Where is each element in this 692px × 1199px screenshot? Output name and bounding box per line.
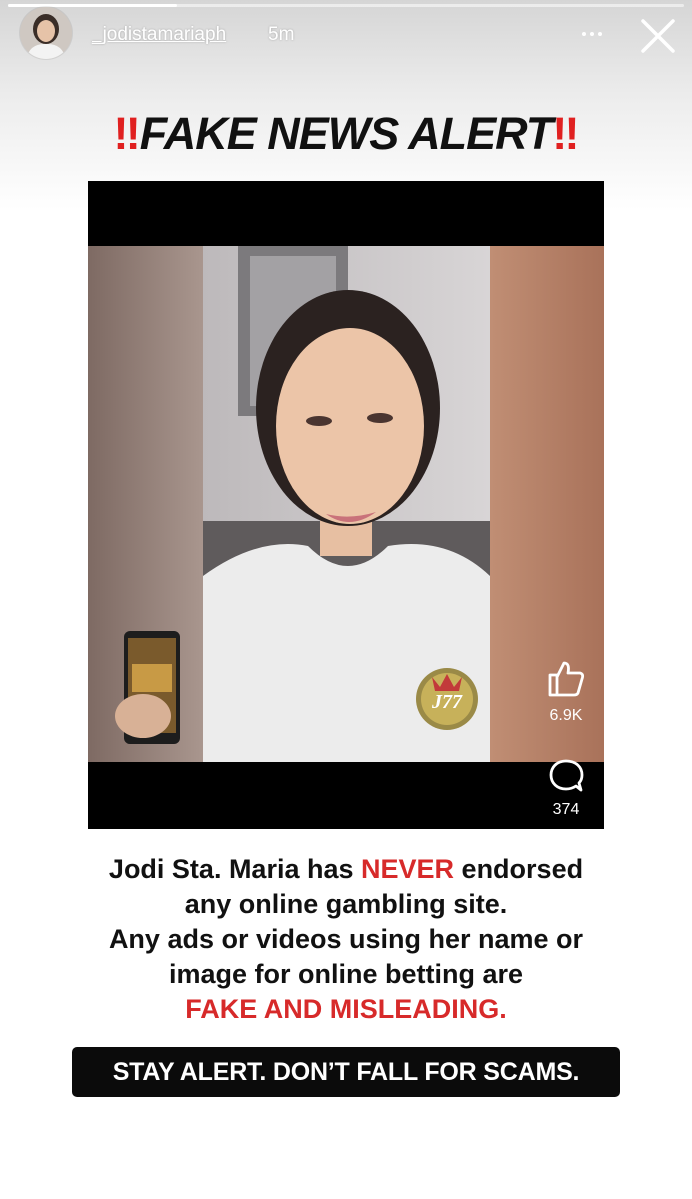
message-line-1-suffix: endorsed <box>454 854 584 884</box>
thumbs-up-icon[interactable] <box>544 657 588 701</box>
story-header: _jodistamariaph 5m <box>0 0 692 72</box>
video-screenshot: J77 6.9K 374 <box>88 181 604 829</box>
comment-bubble-icon[interactable] <box>546 756 586 796</box>
message-line-1-prefix: Jodi Sta. Maria has <box>108 854 362 884</box>
message-never-emphasis: NEVER <box>361 854 455 884</box>
story-timestamp: 5m <box>268 24 295 45</box>
message-line-5: FAKE AND MISLEADING. <box>185 994 507 1024</box>
like-count: 6.9K <box>549 707 583 724</box>
more-options-button[interactable] <box>574 20 610 48</box>
video-still-image: J77 <box>88 246 604 762</box>
alert-title: ‼FAKE NEWS ALERT‼ <box>0 108 692 160</box>
avatar[interactable] <box>20 7 72 59</box>
username-link[interactable]: _jodistamariaph <box>92 24 226 46</box>
more-dots-icon-dot <box>590 32 594 36</box>
message-line-3: Any ads or videos using her name or <box>108 924 584 954</box>
alert-title-text: FAKE NEWS ALERT <box>139 108 554 159</box>
double-exclamation-right: ‼ <box>552 108 579 159</box>
more-dots-icon-dot <box>598 32 602 36</box>
close-button[interactable] <box>636 14 680 58</box>
double-exclamation-left: ‼ <box>113 108 141 159</box>
avatar-image <box>20 7 72 59</box>
stay-alert-banner: STAY ALERT. DON’T FALL FOR SCAMS. <box>72 1047 620 1097</box>
stay-alert-text: STAY ALERT. DON’T FALL FOR SCAMS. <box>112 1057 580 1086</box>
comment-count: 374 <box>552 801 580 818</box>
message-line-4: image for online betting are <box>168 959 524 989</box>
message-line-2: any online gambling site. <box>184 889 508 919</box>
disclaimer-message: Jodi Sta. Maria has NEVER endorsed any o… <box>30 852 662 1027</box>
badge-text: J77 <box>431 691 463 713</box>
close-icon <box>641 19 675 53</box>
more-dots-icon <box>582 32 586 36</box>
message-line-1: Jodi Sta. Maria has NEVER endorsed <box>30 852 662 887</box>
